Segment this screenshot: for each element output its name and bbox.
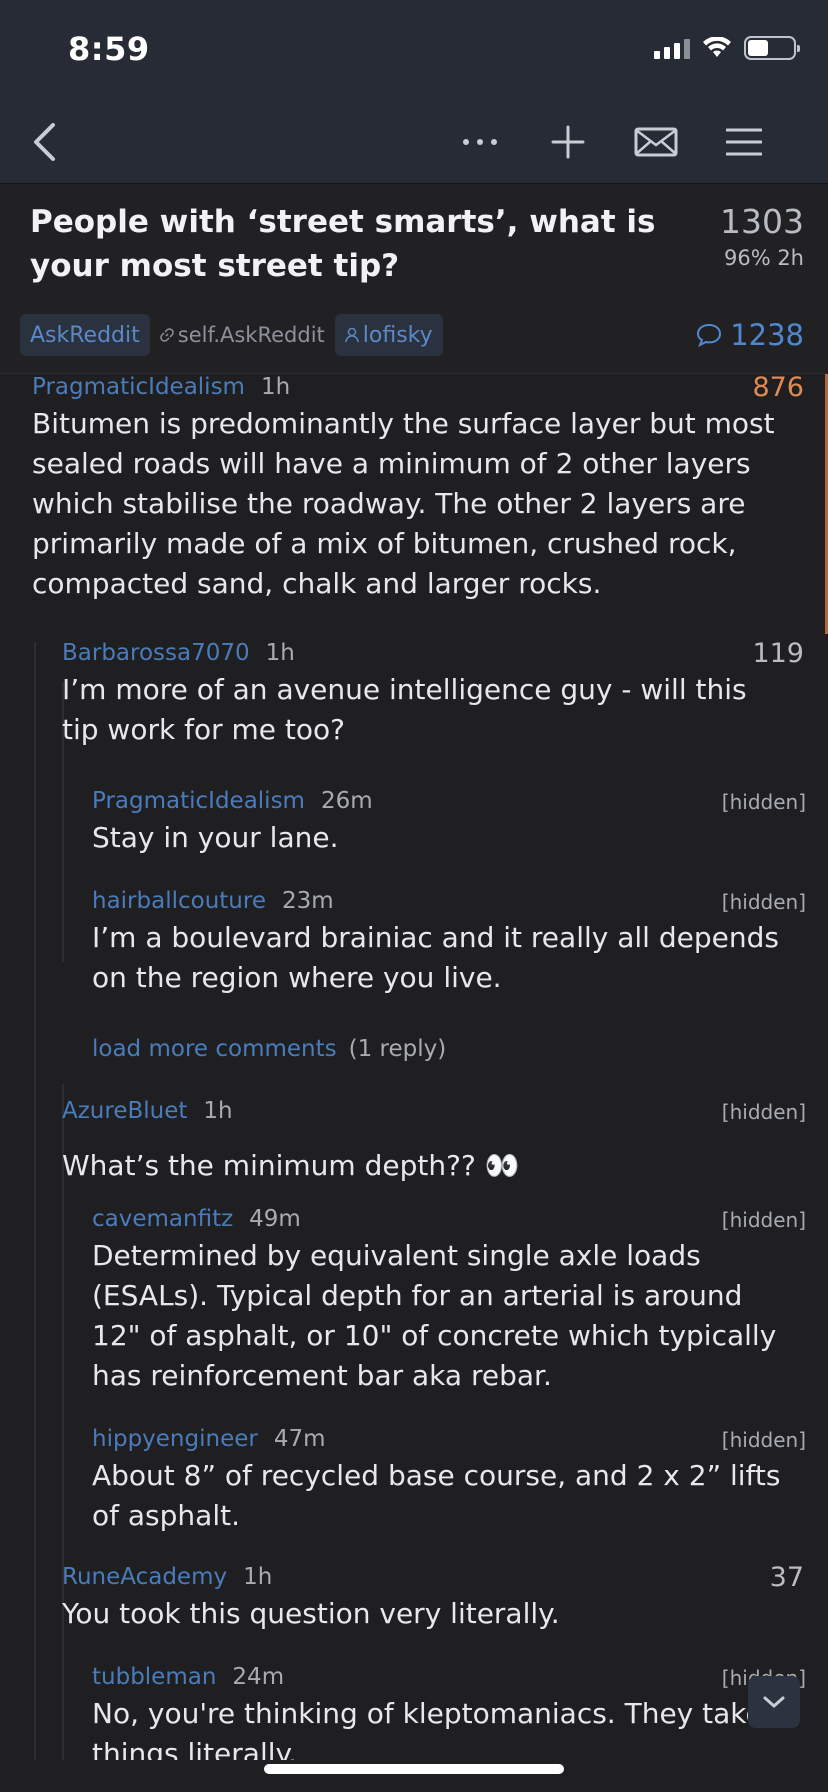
menu-button[interactable] [714, 100, 774, 184]
comment-header: AzureBluet 1h [62, 1098, 233, 1124]
domain-tag[interactable]: self.AskReddit [159, 323, 325, 347]
comment-body: You took this question very literally. [62, 1597, 560, 1630]
battery-icon [744, 36, 800, 60]
comment-score-hidden: [hidden] [721, 790, 806, 814]
comment-age: 26m [320, 788, 373, 814]
comment-author[interactable]: tubbleman [92, 1664, 216, 1690]
comment-header: hippyengineer 47m [92, 1426, 326, 1452]
ellipsis-icon [463, 139, 497, 145]
comment-body: Determined by equivalent single axle loa… [92, 1239, 777, 1392]
comment-header: PragmaticIdealism 26m [92, 788, 373, 814]
comment-author[interactable]: PragmaticIdealism [92, 788, 305, 814]
envelope-icon [634, 127, 678, 157]
comment-header: hairballcouture 23m [92, 888, 334, 914]
comment-list: PragmaticIdealism 1h 876 Bitumen is pred… [0, 374, 828, 1760]
load-more-count: (1 reply) [348, 1036, 447, 1062]
comment-author[interactable]: AzureBluet [62, 1098, 187, 1124]
comment[interactable]: AzureBluet 1h [hidden] What’s the minimu… [0, 1098, 828, 1198]
comment-body: Stay in your lane. [92, 821, 339, 854]
comment-author[interactable]: hairballcouture [92, 888, 266, 914]
domain-label: self.AskReddit [177, 323, 325, 347]
comment-age: 1h [243, 1564, 273, 1590]
nav-bar [0, 100, 828, 184]
comment-age: 1h [265, 640, 295, 666]
comment-age: 1h [203, 1098, 233, 1124]
comment-author[interactable]: Barbarossa7070 [62, 640, 250, 666]
comment-age: 24m [232, 1664, 285, 1690]
comment[interactable]: hippyengineer 47m [hidden] About 8” of r… [0, 1426, 828, 1546]
chevron-left-icon [34, 123, 55, 161]
comment-age: 23m [281, 888, 334, 914]
comment-count[interactable]: 1238 [696, 318, 804, 352]
comment-age: 1h [260, 374, 291, 400]
inbox-button[interactable] [626, 100, 686, 184]
comment-body: I’m more of an avenue intelligence guy -… [62, 673, 747, 746]
comment-age: 49m [249, 1206, 301, 1232]
load-more-comments[interactable]: load more comments (1 reply) [92, 1036, 446, 1062]
comment[interactable]: RuneAcademy 1h 37 You took this question… [0, 1562, 828, 1644]
comment-header: RuneAcademy 1h [62, 1564, 272, 1590]
comment-header: PragmaticIdealism 1h [32, 374, 290, 400]
comment-score-hidden: [hidden] [721, 1208, 806, 1232]
comment-header: tubbleman 24m [92, 1664, 284, 1690]
comment-bubble-icon [697, 323, 722, 347]
comment-body: Bitumen is predominantly the surface lay… [32, 407, 775, 600]
comment-count-value: 1238 [730, 318, 804, 352]
comment-score-hidden: [hidden] [721, 1428, 806, 1452]
comment[interactable]: tubbleman 24m [hidden] No, you're thinki… [0, 1664, 828, 1760]
author-label: lofisky [362, 322, 433, 348]
back-button[interactable] [14, 100, 74, 184]
comment-body: About 8” of recycled base course, and 2 … [92, 1459, 781, 1532]
cellular-signal-icon [654, 37, 690, 59]
wifi-icon [703, 37, 731, 57]
more-button[interactable] [450, 100, 510, 184]
comment[interactable]: PragmaticIdealism 1h 876 Bitumen is pred… [0, 374, 828, 624]
comment-body: What’s the minimum depth?? 👀 [62, 1149, 520, 1182]
post-tags: AskReddit self.AskReddit lofisky [20, 314, 443, 356]
comment-age: 47m [273, 1426, 326, 1452]
post-score[interactable]: 1303 [720, 202, 804, 241]
comment-author[interactable]: hippyengineer [92, 1426, 258, 1452]
comment[interactable]: Barbarossa7070 1h 119 I’m more of an ave… [0, 638, 828, 760]
comment-header: Barbarossa7070 1h [62, 640, 295, 666]
comment-score-hidden: [hidden] [721, 1100, 806, 1124]
comment-header: cavemanfitz 49m [92, 1206, 301, 1232]
post-title[interactable]: People with ‘street smarts’, what is you… [30, 200, 670, 288]
home-indicator[interactable] [264, 1764, 564, 1774]
plus-icon [551, 125, 585, 159]
comment-author[interactable]: RuneAcademy [62, 1564, 227, 1590]
status-bar: 8:59 [0, 0, 828, 100]
user-icon [345, 327, 359, 343]
chevron-down-icon [763, 1696, 785, 1708]
status-time: 8:59 [68, 30, 150, 68]
next-comment-button[interactable] [748, 1676, 800, 1728]
comment-author[interactable]: PragmaticIdealism [32, 374, 245, 400]
add-button[interactable] [538, 100, 598, 184]
status-icons [654, 36, 800, 60]
comment[interactable]: PragmaticIdealism 26m [hidden] Stay in y… [0, 788, 828, 868]
comment[interactable]: hairballcouture 23m [hidden] I’m a boule… [0, 888, 828, 1008]
comment-score-hidden: [hidden] [721, 890, 806, 914]
subreddit-tag[interactable]: AskReddit [20, 314, 150, 356]
link-icon [159, 328, 174, 342]
hamburger-icon [726, 128, 762, 156]
comment-body: I’m a boulevard brainiac and it really a… [92, 921, 779, 994]
load-more-link[interactable]: load more comments [92, 1036, 337, 1062]
comment-score: 119 [752, 638, 804, 669]
post-header: People with ‘street smarts’, what is you… [0, 184, 828, 374]
comment-score: 37 [769, 1562, 804, 1593]
post-meta: 96% 2h [723, 246, 804, 270]
author-tag[interactable]: lofisky [334, 314, 443, 356]
comment-author[interactable]: cavemanfitz [92, 1206, 233, 1232]
comment-body: No, you're thinking of kleptomaniacs. Th… [92, 1697, 763, 1760]
comment[interactable]: cavemanfitz 49m [hidden] Determined by e… [0, 1206, 828, 1406]
